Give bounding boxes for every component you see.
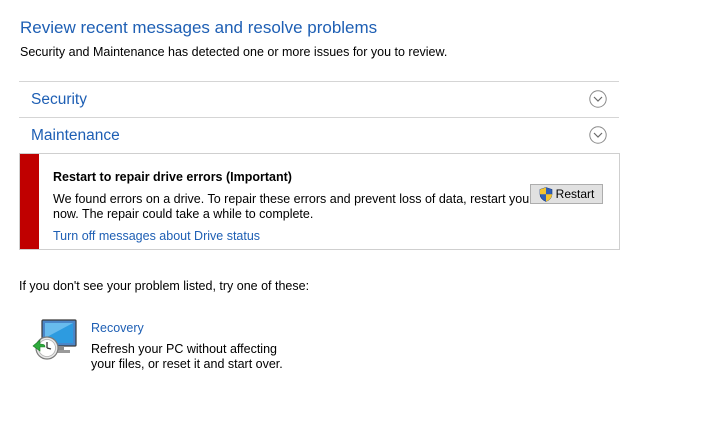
section-security-label[interactable]: Security [31,91,87,109]
fallback-text: If you don't see your problem listed, tr… [19,279,310,293]
chevron-down-circle-icon[interactable] [589,126,607,144]
alert-description-line1: We found errors on a drive. To repair th… [53,192,555,206]
restart-button-label: Restart [555,187,595,201]
section-maintenance-label[interactable]: Maintenance [31,127,120,145]
restart-button[interactable]: Restart [530,184,603,204]
turn-off-drive-status-link[interactable]: Turn off messages about Drive status [53,229,260,243]
drive-errors-alert: Restart to repair drive errors (Importan… [19,153,620,250]
section-security[interactable]: Security [19,81,619,118]
section-maintenance[interactable]: Maintenance [19,117,619,154]
uac-shield-icon [539,186,552,202]
recovery-description-line1: Refresh your PC without affecting [91,342,277,356]
recovery-link[interactable]: Recovery [91,321,144,335]
recovery-description-line2: your files, or reset it and start over. [91,357,283,371]
alert-description-line2: now. The repair could take a while to co… [53,207,314,221]
recovery-pc-icon[interactable] [30,318,78,362]
page-subtitle: Security and Maintenance has detected on… [20,45,448,59]
alert-title: Restart to repair drive errors (Importan… [53,170,292,184]
alert-severity-stripe [20,154,39,249]
page-title: Review recent messages and resolve probl… [20,18,378,37]
chevron-down-circle-icon[interactable] [589,90,607,108]
